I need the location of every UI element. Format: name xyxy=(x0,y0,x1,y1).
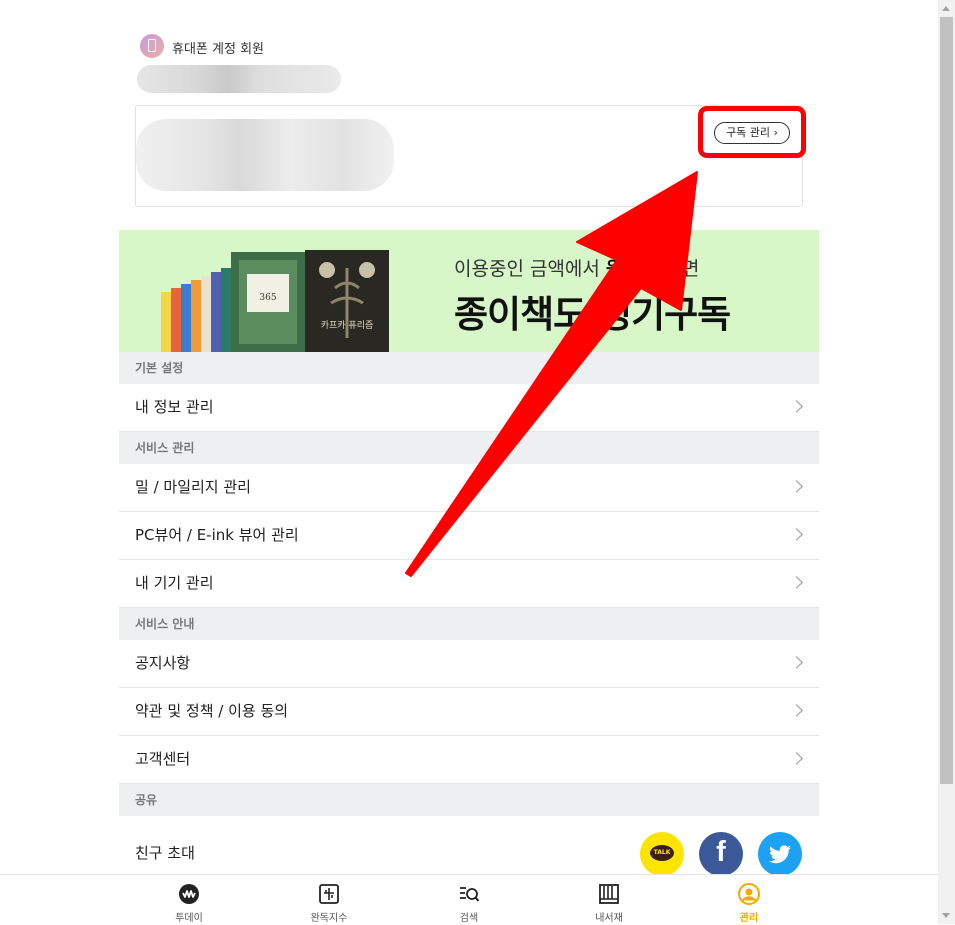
scroll-up-arrow-icon[interactable] xyxy=(938,0,955,17)
kakaotalk-icon[interactable]: TALK xyxy=(640,832,684,876)
facebook-logo: f xyxy=(716,836,726,868)
menu-item-label: 내 정보 관리 xyxy=(135,398,214,416)
kakaotalk-label: TALK xyxy=(650,845,674,861)
today-icon xyxy=(179,884,199,904)
chevron-right-icon xyxy=(790,656,803,669)
book-subtitle: 365 xyxy=(259,293,276,303)
blurred-subscription-info xyxy=(136,119,394,191)
nav-completion-index[interactable]: 완독지수 xyxy=(259,875,399,925)
chevron-right-icon xyxy=(790,704,803,717)
section-header-service-info: 서비스 안내 xyxy=(119,608,819,640)
chevron-right-icon xyxy=(790,752,803,765)
menu-item-customer-center[interactable]: 고객센터 xyxy=(119,736,819,784)
facebook-icon[interactable]: f xyxy=(699,832,743,876)
nav-label: 완독지수 xyxy=(310,913,348,924)
completion-index-icon xyxy=(319,884,339,904)
twitter-bird-icon xyxy=(769,845,791,864)
chevron-right-icon xyxy=(790,480,803,493)
menu-item-label: 고객센터 xyxy=(135,750,191,768)
chevron-right-icon xyxy=(790,576,803,589)
library-icon xyxy=(599,884,619,904)
menu-item-devices[interactable]: 내 기기 관리 xyxy=(119,560,819,608)
nav-manage[interactable]: 관리 xyxy=(679,875,819,925)
section-header-basic-settings: 기본 설정 xyxy=(119,352,819,384)
scrollbar-thumb[interactable] xyxy=(940,17,953,784)
menu-item-label: 밀 / 마일리지 관리 xyxy=(135,478,251,496)
nav-label: 투데이 xyxy=(175,913,203,924)
book-title: 카프카 퓨리즘 xyxy=(321,320,374,331)
menu-item-label: 공지사항 xyxy=(135,654,191,672)
menu-item-notices[interactable]: 공지사항 xyxy=(119,640,819,688)
menu-item-my-info[interactable]: 내 정보 관리 xyxy=(119,384,819,432)
account-type-label: 휴대폰 계정 회원 xyxy=(172,42,264,57)
banner-headline: 종이책도 정기구독 xyxy=(454,293,731,336)
section-header-service-management: 서비스 관리 xyxy=(119,432,819,464)
invite-friends-row: 친구 초대 TALK f xyxy=(119,816,819,876)
paper-book-subscription-banner[interactable]: 365 카프카 퓨리즘 이용중인 금액에서 원 추가하면 종이책도 정기구독 xyxy=(119,230,819,352)
bottom-navigation: 투데이 완독지수 검색 내서재 관리 xyxy=(0,874,938,924)
nav-label: 관리 xyxy=(739,913,759,924)
manage-icon xyxy=(738,883,760,905)
menu-item-label: 내 기기 관리 xyxy=(135,574,214,592)
scroll-down-arrow-icon[interactable] xyxy=(938,907,955,924)
nav-library[interactable]: 내서재 xyxy=(539,875,679,925)
invite-friends-label: 친구 초대 xyxy=(135,844,195,862)
menu-item-viewer[interactable]: PC뷰어 / E-ink 뷰어 관리 xyxy=(119,512,819,560)
manage-subscription-button[interactable]: 구독 관리 › xyxy=(714,122,790,144)
nav-label: 내서재 xyxy=(595,913,623,924)
books-illustration: 365 카프카 퓨리즘 xyxy=(161,250,389,352)
nav-label: 검색 xyxy=(459,913,479,924)
blurred-username xyxy=(137,65,341,93)
menu-item-terms[interactable]: 약관 및 정책 / 이용 동의 xyxy=(119,688,819,736)
chevron-right-icon xyxy=(790,400,803,413)
chevron-right-icon xyxy=(790,528,803,541)
menu-item-mileage[interactable]: 밀 / 마일리지 관리 xyxy=(119,464,819,512)
nav-today[interactable]: 투데이 xyxy=(119,875,259,925)
section-header-share: 공유 xyxy=(119,784,819,816)
menu-item-label: PC뷰어 / E-ink 뷰어 관리 xyxy=(135,526,299,544)
phone-icon xyxy=(140,34,164,58)
vertical-scrollbar[interactable] xyxy=(938,0,955,924)
nav-search[interactable]: 검색 xyxy=(399,875,539,925)
search-icon xyxy=(460,887,480,902)
menu-item-label: 약관 및 정책 / 이용 동의 xyxy=(135,702,289,720)
twitter-icon[interactable] xyxy=(758,832,802,876)
banner-subtext: 이용중인 금액에서 원 추가하면 xyxy=(454,258,700,280)
